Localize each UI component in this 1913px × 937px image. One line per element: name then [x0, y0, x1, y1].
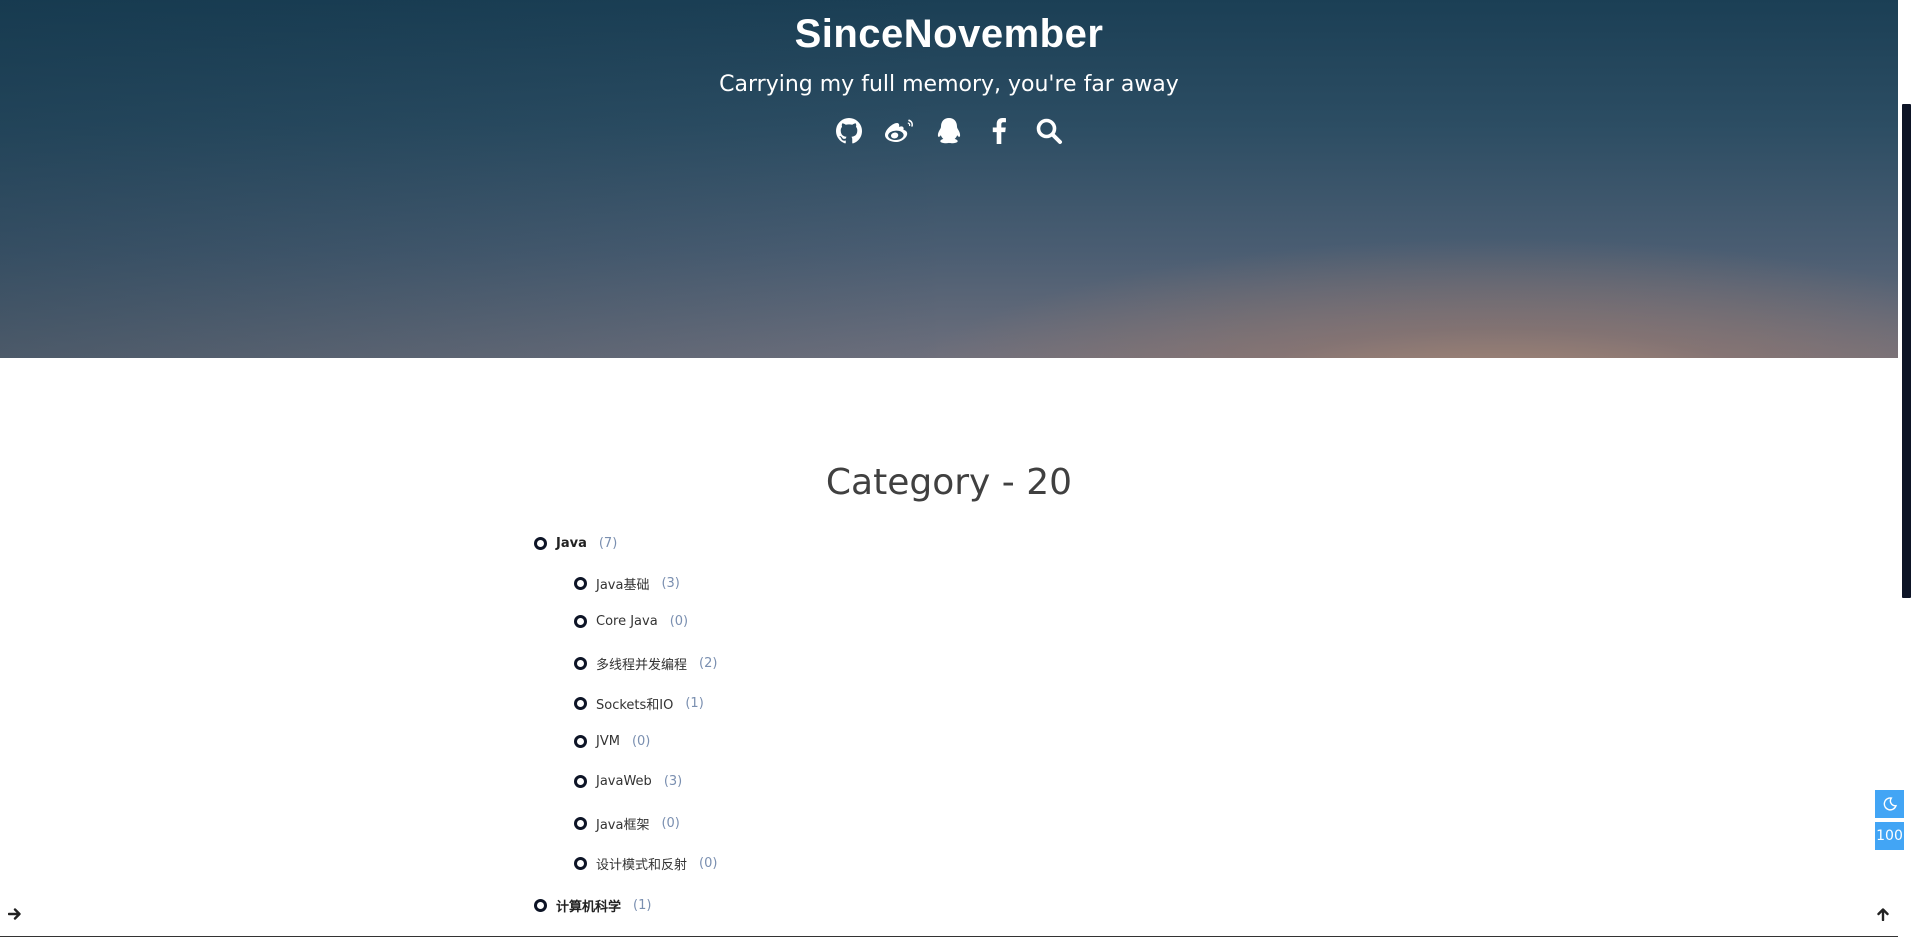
category-count: (0) [631, 734, 651, 749]
site-title[interactable]: SinceNovember [0, 12, 1898, 57]
facebook-icon[interactable] [984, 116, 1014, 146]
category-item[interactable]: JavaWeb (3) [574, 774, 682, 789]
bullet-circle-icon [574, 657, 587, 670]
bullet-circle-icon [574, 615, 587, 628]
scrollbar-thumb[interactable] [1902, 104, 1911, 598]
category-item[interactable]: 计算机科学 (1) [534, 896, 651, 915]
bullet-circle-icon [534, 899, 547, 912]
category-name[interactable]: 计算机科学 [556, 896, 621, 915]
category-count: (7) [598, 536, 618, 551]
category-item[interactable]: 多线程并发编程 (2) [574, 654, 717, 673]
weibo-icon[interactable] [884, 116, 914, 146]
bullet-circle-icon [574, 735, 587, 748]
category-item[interactable]: 设计模式和反射 (0) [574, 854, 717, 873]
category-count: (2) [699, 656, 718, 671]
category-item[interactable]: Core Java (0) [574, 614, 688, 629]
bullet-circle-icon [574, 697, 587, 710]
read-progress-button[interactable]: 100 [1875, 822, 1904, 850]
qq-icon[interactable] [934, 116, 964, 146]
category-count: (3) [661, 576, 680, 591]
category-count: (3) [663, 774, 683, 789]
bullet-circle-icon [574, 577, 587, 590]
category-name[interactable]: 多线程并发编程 [596, 654, 687, 673]
category-item[interactable]: Java (7) [534, 536, 617, 551]
category-name[interactable]: Java [556, 536, 587, 551]
arrow-up-icon [1877, 908, 1889, 921]
moon-icon [1883, 797, 1897, 811]
category-count: (1) [685, 696, 704, 711]
social-links [0, 116, 1898, 146]
bullet-circle-icon [574, 857, 587, 870]
category-item[interactable]: JVM (0) [574, 734, 650, 749]
bullet-circle-icon [534, 537, 547, 550]
category-name[interactable]: Sockets和IO [596, 694, 673, 713]
github-icon[interactable] [834, 116, 864, 146]
category-count: (0) [669, 614, 689, 629]
bullet-circle-icon [574, 775, 587, 788]
category-name[interactable]: JavaWeb [596, 774, 652, 789]
category-item[interactable]: Java基础 (3) [574, 574, 680, 593]
category-name[interactable]: JVM [596, 734, 620, 749]
page-title: Category - 20 [825, 462, 1073, 503]
search-icon[interactable] [1034, 116, 1064, 146]
category-count: (1) [633, 898, 652, 913]
dark-mode-button[interactable] [1875, 790, 1904, 818]
arrow-right-icon [8, 908, 21, 920]
category-item[interactable]: Sockets和IO (1) [574, 694, 704, 713]
header-banner: SinceNovember Carrying my full memory, y… [0, 0, 1898, 358]
bullet-circle-icon [574, 817, 587, 830]
category-name[interactable]: 设计模式和反射 [596, 854, 687, 873]
category-name[interactable]: Java基础 [596, 574, 649, 593]
category-name[interactable]: Core Java [596, 614, 658, 629]
back-to-top-button[interactable] [1873, 904, 1893, 924]
category-name[interactable]: Java框架 [596, 814, 649, 833]
category-count: (0) [661, 816, 680, 831]
site-subtitle: Carrying my full memory, you're far away [719, 72, 1179, 97]
category-count: (0) [699, 856, 718, 871]
toggle-sidebar-button[interactable] [5, 904, 25, 924]
category-item[interactable]: Java框架 (0) [574, 814, 680, 833]
